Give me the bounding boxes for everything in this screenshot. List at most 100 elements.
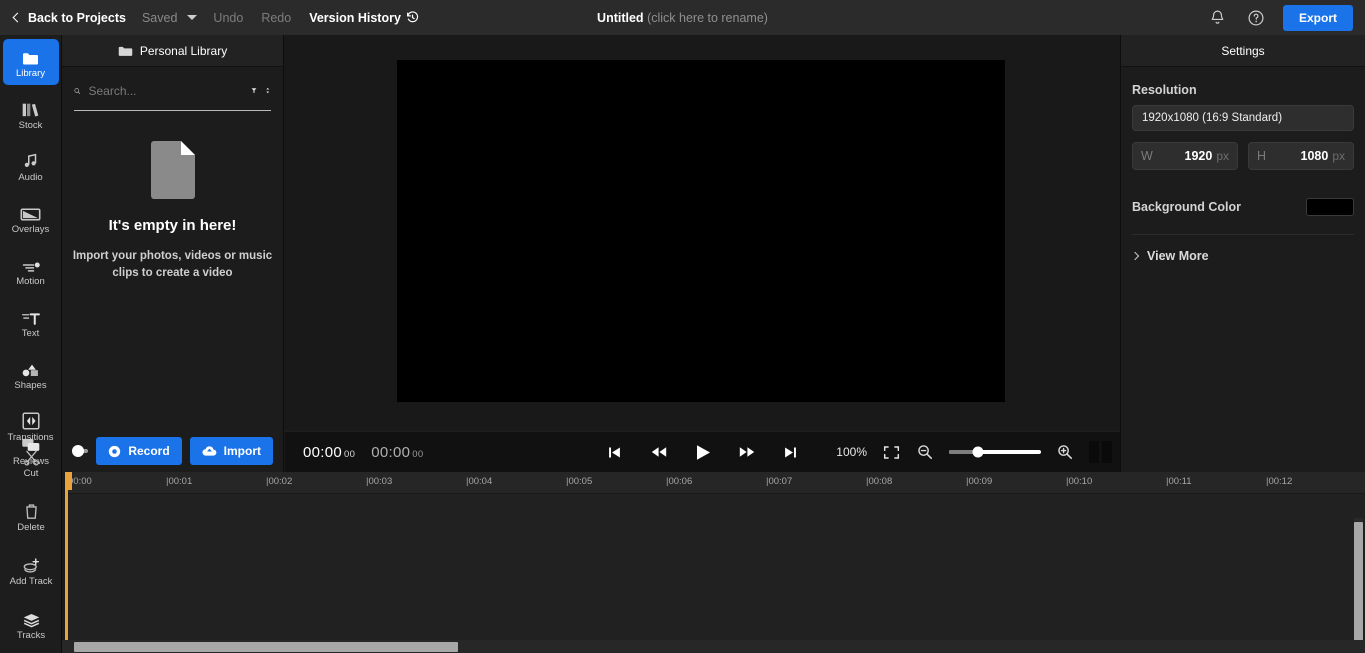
redo-button[interactable]: Redo xyxy=(261,11,309,25)
height-key-label: H xyxy=(1257,149,1267,163)
chevron-left-icon xyxy=(12,12,23,23)
sidebar-item-audio[interactable]: Audio xyxy=(3,143,59,189)
timeline-tracks-area[interactable] xyxy=(62,494,1365,640)
record-label: Record xyxy=(128,444,170,458)
time-display-group: 00:00 00 00:00 00 xyxy=(285,444,423,461)
rail-secondary-group: Cut Delete Add Track Tracks xyxy=(0,439,62,647)
fit-to-screen-button[interactable] xyxy=(881,442,901,462)
background-color-row: Background Color xyxy=(1132,198,1354,216)
skip-to-end-button[interactable] xyxy=(781,442,801,462)
zoom-in-button[interactable] xyxy=(1055,442,1075,462)
fast-forward-icon xyxy=(739,447,754,457)
books-icon xyxy=(21,98,41,118)
scissors-icon xyxy=(23,446,40,466)
width-field[interactable]: W 1920 px xyxy=(1132,142,1238,170)
chevron-right-icon xyxy=(1130,251,1140,261)
resolution-label: Resolution xyxy=(1132,83,1197,97)
resolution-select[interactable]: 1920x1080 (16:9 Standard) xyxy=(1132,105,1354,131)
chevron-down-icon[interactable] xyxy=(187,15,198,20)
playhead-handle[interactable] xyxy=(65,472,72,490)
rewind-button[interactable] xyxy=(649,442,669,462)
timeline-vertical-scrollbar[interactable] xyxy=(1354,518,1363,640)
sidebar-item-tracks[interactable]: Tracks xyxy=(3,601,59,647)
sidebar-item-cut[interactable]: Cut xyxy=(3,439,59,485)
split-right-pane-icon xyxy=(1102,441,1112,463)
timeline-horizontal-scrollbar[interactable] xyxy=(62,640,1365,653)
rename-hint-label[interactable]: (click here to rename) xyxy=(647,11,768,25)
current-time-display: 00:00 00 xyxy=(303,444,355,461)
zoom-in-icon xyxy=(1058,445,1073,460)
help-button[interactable] xyxy=(1245,7,1267,29)
back-to-projects-button[interactable]: Back to Projects xyxy=(12,11,142,25)
library-thumbnail-size-slider[interactable] xyxy=(71,445,89,457)
filter-icon[interactable] xyxy=(251,84,257,97)
sidebar-label-library: Library xyxy=(15,67,46,79)
text-icon xyxy=(21,306,41,326)
background-color-swatch[interactable] xyxy=(1306,198,1354,216)
slider-thumb[interactable] xyxy=(71,445,84,457)
library-actions-bar: Record Import xyxy=(62,430,284,472)
sort-icon[interactable] xyxy=(265,83,271,98)
undo-button[interactable]: Undo xyxy=(213,11,261,25)
record-icon xyxy=(109,445,121,457)
total-frames-value: 00 xyxy=(412,448,424,460)
sidebar-item-delete[interactable]: Delete xyxy=(3,493,59,539)
play-button[interactable] xyxy=(693,442,713,462)
search-icon xyxy=(74,87,81,94)
motion-icon xyxy=(21,254,41,274)
height-field[interactable]: H 1080 px xyxy=(1248,142,1354,170)
version-history-label: Version History xyxy=(309,10,401,25)
skip-end-icon xyxy=(785,447,796,457)
music-note-icon xyxy=(22,150,40,170)
ruler-tick: |00:11 xyxy=(1166,476,1192,487)
sidebar-item-stock[interactable]: Stock xyxy=(3,91,59,137)
video-canvas[interactable] xyxy=(397,60,1005,402)
personal-library-label: Personal Library xyxy=(139,43,228,58)
toolbar-right-group: Export xyxy=(1207,0,1353,35)
settings-header: Settings xyxy=(1121,35,1365,67)
sidebar-label-add-track: Add Track xyxy=(9,575,53,587)
zoom-out-button[interactable] xyxy=(915,442,935,462)
project-name-label[interactable]: Untitled xyxy=(597,11,644,25)
playhead[interactable] xyxy=(65,472,68,640)
sidebar-label-text: Text xyxy=(21,327,40,339)
timeline-zoom-thumb[interactable] xyxy=(972,446,984,458)
sidebar-label-tracks: Tracks xyxy=(16,629,46,641)
ruler-tick: |00:12 xyxy=(1266,476,1293,487)
split-view-button[interactable] xyxy=(1089,441,1112,463)
sidebar-label-delete: Delete xyxy=(17,521,45,533)
import-button[interactable]: Import xyxy=(189,437,273,465)
sidebar-item-add-track[interactable]: Add Track xyxy=(3,547,59,593)
empty-state-title: It's empty in here! xyxy=(108,217,237,234)
vertical-scroll-thumb[interactable] xyxy=(1354,522,1363,640)
zoom-percent-label[interactable]: 100% xyxy=(836,445,867,459)
sidebar-item-text[interactable]: Text xyxy=(3,299,59,345)
ruler-tick: |00:03 xyxy=(366,476,393,487)
width-value[interactable]: 1920 xyxy=(1157,149,1213,163)
library-panel: Personal Library It's em xyxy=(62,35,284,472)
search-input[interactable] xyxy=(88,83,244,98)
sidebar-item-motion[interactable]: Motion xyxy=(3,247,59,293)
ruler-tick: |00:07 xyxy=(766,476,793,487)
version-history-button[interactable]: Version History xyxy=(309,11,419,25)
toolbar-left-group: Back to Projects Saved Undo Redo Version… xyxy=(0,0,419,35)
view-more-button[interactable]: View More xyxy=(1130,249,1354,263)
timeline-zoom-slider[interactable] xyxy=(949,446,1041,458)
personal-library-header[interactable]: Personal Library xyxy=(62,35,283,67)
record-button[interactable]: Record xyxy=(96,437,182,465)
skip-to-start-button[interactable] xyxy=(605,442,625,462)
total-time-value: 00:00 xyxy=(371,443,411,461)
sidebar-item-library[interactable]: Library xyxy=(2,39,59,85)
timeline-ruler[interactable]: 00:00 |00:01 |00:02 |00:03 |00:04 |00:05… xyxy=(62,472,1365,494)
sidebar-item-overlays[interactable]: Overlays xyxy=(3,195,59,241)
horizontal-scroll-thumb[interactable] xyxy=(74,642,458,652)
sidebar-item-shapes[interactable]: Shapes xyxy=(3,351,59,397)
export-button[interactable]: Export xyxy=(1282,4,1353,31)
height-value[interactable]: 1080 xyxy=(1270,149,1329,163)
notifications-bell-button[interactable] xyxy=(1207,7,1229,29)
player-right-controls: 100% xyxy=(836,441,1112,463)
top-toolbar: Back to Projects Saved Undo Redo Version… xyxy=(0,0,1365,35)
layers-icon xyxy=(22,608,41,628)
fast-forward-button[interactable] xyxy=(737,442,757,462)
current-frames-value: 00 xyxy=(344,448,356,460)
